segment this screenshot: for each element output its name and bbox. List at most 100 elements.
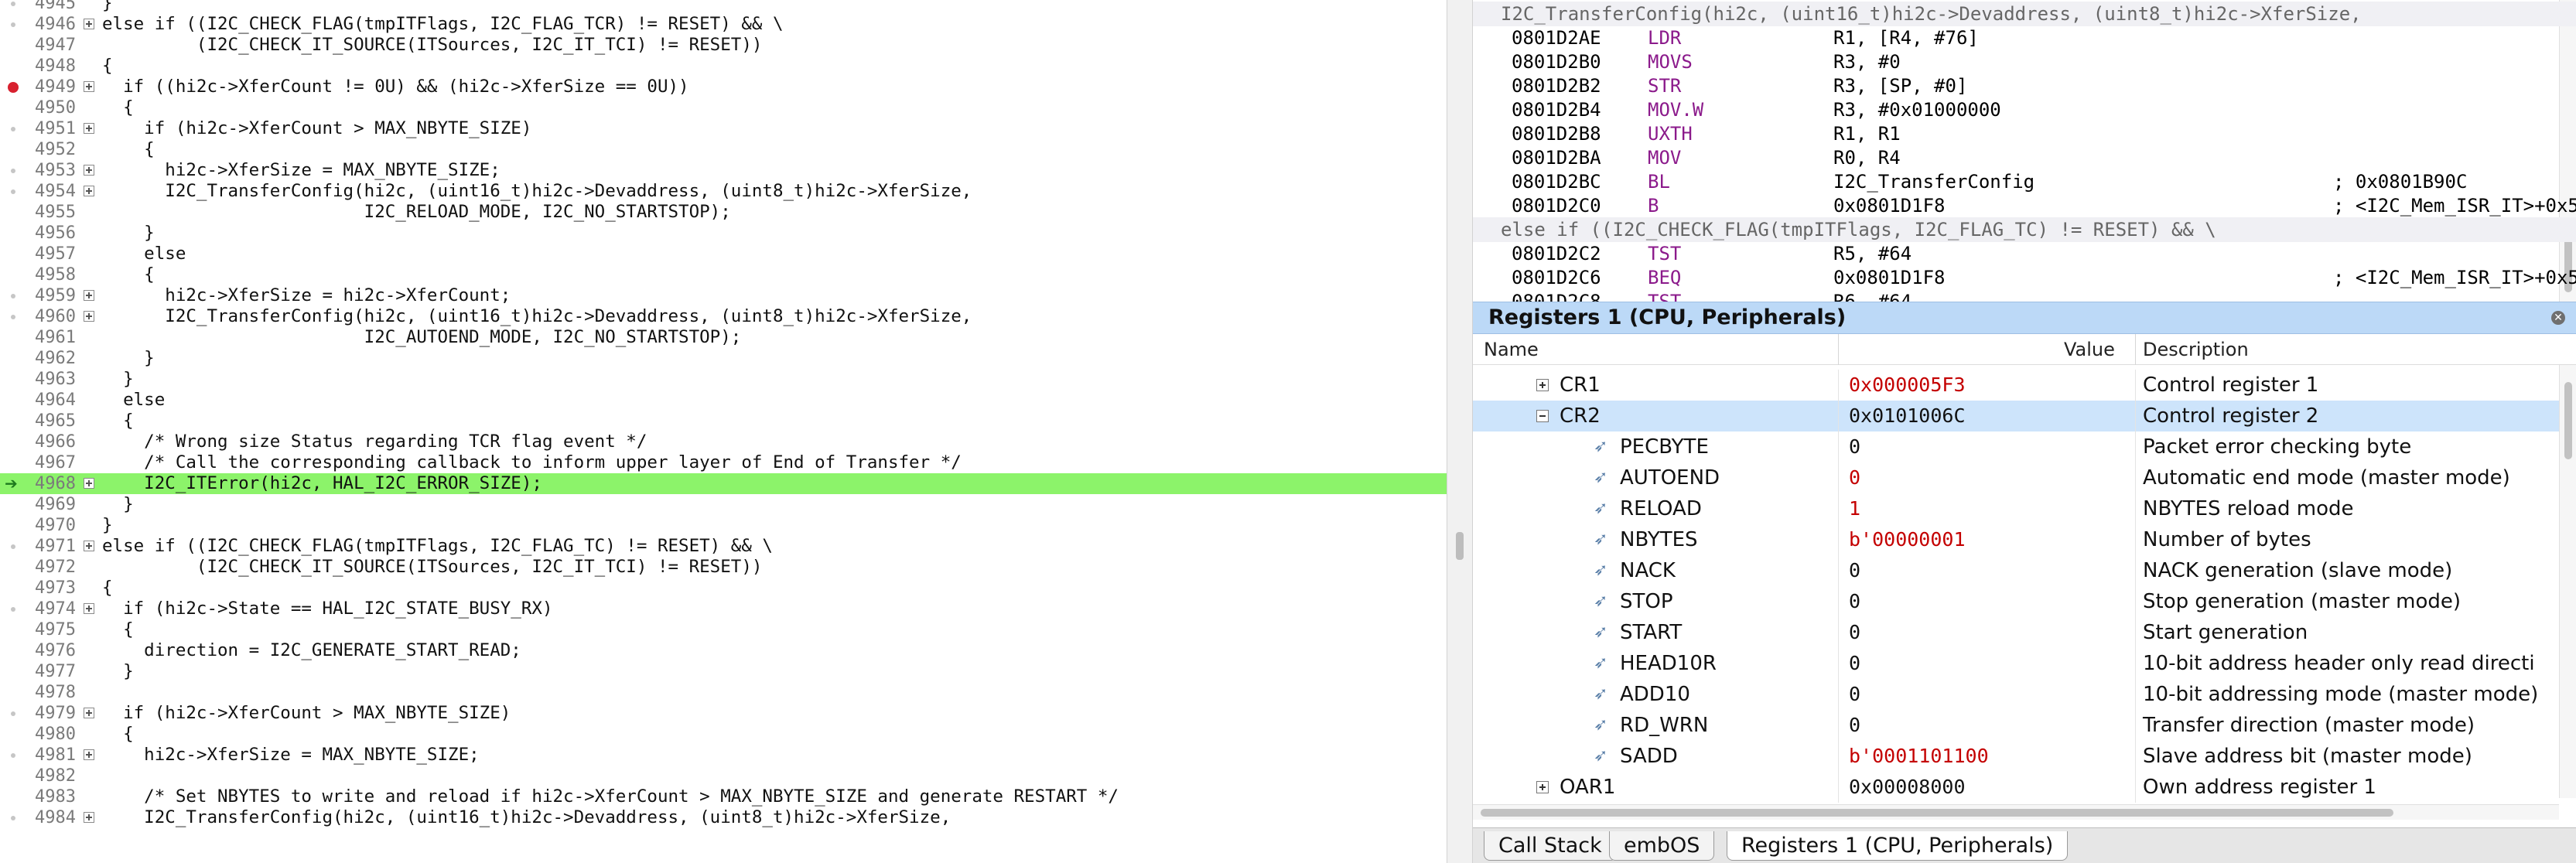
code-line[interactable]: 4981 hi2c->XferSize = MAX_NBYTE_SIZE; [0, 745, 1447, 766]
code-line[interactable]: 4973 { [0, 578, 1447, 599]
disassembly-row[interactable]: 0801D2C2 TST R5, #64 [1473, 241, 2576, 266]
registers-vscroll-thumb[interactable] [2564, 382, 2572, 459]
code-line[interactable]: 4966 /* Wrong size Status regarding TCR … [0, 432, 1447, 452]
breakpoint-slot-icon[interactable] [11, 294, 15, 298]
code-line[interactable]: 4978 [0, 682, 1447, 703]
code-line[interactable]: 4958 { [0, 264, 1447, 285]
expand-icon[interactable] [84, 290, 94, 301]
code-line[interactable]: 4945} [0, 0, 1447, 14]
panel-splitter[interactable] [1447, 0, 1473, 863]
registers-horizontal-scrollbar[interactable] [1473, 804, 2559, 820]
breakpoint-slot-icon[interactable] [11, 127, 15, 131]
breakpoint-slot-icon[interactable] [11, 607, 15, 612]
register-value[interactable]: 0 [1849, 617, 1860, 648]
register-field-row[interactable]: ➶ NACK 0 NACK generation (slave mode) [1473, 555, 2559, 586]
breakpoint-slot-icon[interactable] [11, 544, 15, 549]
disassembly-source-line[interactable]: else if ((I2C_CHECK_FLAG(tmpITFlags, I2C… [1473, 217, 2576, 242]
expand-icon[interactable] [84, 603, 94, 614]
code-line[interactable]: 4961 I2C_AUTOEND_MODE, I2C_NO_STARTSTOP)… [0, 327, 1447, 348]
disassembly-row[interactable]: 0801D2B2 STR R3, [SP, #0] [1473, 73, 2576, 98]
registers-vertical-scrollbar[interactable] [2559, 365, 2576, 798]
disassembly-view[interactable]: I2C_TransferConfig(hi2c, (uint16_t)hi2c-… [1473, 0, 2576, 302]
expand-icon[interactable] [84, 708, 94, 718]
code-line[interactable]: 4969 } [0, 494, 1447, 515]
register-field-row[interactable]: ➶ NBYTES b'00000001 Number of bytes [1473, 524, 2559, 555]
expand-icon[interactable] [84, 123, 94, 134]
code-line[interactable]: 4964 else [0, 390, 1447, 411]
close-icon[interactable]: ✕ [2551, 311, 2565, 325]
code-line[interactable]: 4983 /* Set NBYTES to write and reload i… [0, 786, 1447, 807]
register-value[interactable]: 0x0101006C [1849, 401, 1966, 432]
register-value[interactable]: b'00000001 [1849, 524, 1966, 555]
expand-icon[interactable] [84, 186, 94, 196]
code-line[interactable]: 4977 } [0, 661, 1447, 682]
code-line[interactable]: 4951 if (hi2c->XferCount > MAX_NBYTE_SIZ… [0, 118, 1447, 139]
code-line[interactable]: 4984 I2C_TransferConfig(hi2c, (uint16_t)… [0, 807, 1447, 828]
breakpoint-slot-icon[interactable] [11, 22, 15, 27]
code-line[interactable]: 4948 { [0, 56, 1447, 77]
register-row[interactable]: CR2 0x0101006C Control register 2 [1473, 401, 2559, 432]
collapse-icon[interactable] [1536, 410, 1549, 422]
code-line[interactable]: 4980 { [0, 724, 1447, 745]
register-value[interactable]: 1 [1849, 493, 1860, 524]
code-line[interactable]: 4954 I2C_TransferConfig(hi2c, (uint16_t)… [0, 181, 1447, 202]
expand-icon[interactable] [1536, 379, 1549, 391]
tab-registers-1-cpu-peripherals[interactable]: Registers 1 (CPU, Peripherals) [1727, 831, 2069, 861]
column-header-value[interactable]: Value [2064, 334, 2115, 365]
register-value[interactable]: 0 [1849, 710, 1860, 741]
code-line[interactable]: 4956 } [0, 223, 1447, 244]
source-editor[interactable]: 4945} 4946 else if ((I2C_CHECK_FLAG(tmpITF… [0, 0, 1447, 863]
code-line[interactable]: 4952 { [0, 139, 1447, 160]
breakpoint-slot-icon[interactable] [11, 315, 15, 319]
register-field-row[interactable]: ➶ STOP 0 Stop generation (master mode) [1473, 586, 2559, 617]
expand-icon[interactable] [84, 165, 94, 176]
code-line[interactable]: 4970} [0, 515, 1447, 536]
register-value[interactable]: 0x00008000 [1849, 772, 1966, 803]
tab-call-stack[interactable]: Call Stack [1484, 831, 1617, 861]
column-divider[interactable] [1838, 334, 1839, 365]
disassembly-row[interactable]: 0801D2C6 BEQ 0x0801D1F8 ; <I2C_Mem_ISR_IT>+… [1473, 265, 2576, 290]
expand-icon[interactable] [84, 478, 94, 489]
code-line[interactable]: 4959 hi2c->XferSize = hi2c->XferCount; [0, 285, 1447, 306]
register-field-row[interactable]: ➶ RELOAD 1 NBYTES reload mode [1473, 493, 2559, 524]
column-divider[interactable] [2135, 334, 2136, 365]
register-value[interactable]: 0x000005F3 [1849, 370, 1966, 401]
register-row[interactable]: OAR1 0x00008000 Own address register 1 [1473, 772, 2559, 803]
expand-icon[interactable] [84, 749, 94, 760]
disassembly-row[interactable]: 0801D2B0 MOVS R3, #0 [1473, 49, 2576, 74]
code-line[interactable]: 4967 /* Call the corresponding callback … [0, 452, 1447, 473]
register-value[interactable]: 0 [1849, 462, 1860, 493]
code-line[interactable]: 4976 direction = I2C_GENERATE_START_READ… [0, 640, 1447, 661]
code-line[interactable]: 4960 I2C_TransferConfig(hi2c, (uint16_t)… [0, 306, 1447, 327]
expand-icon[interactable] [84, 19, 94, 29]
code-line[interactable]: 4972 (I2C_CHECK_IT_SOURCE(ITSources, I2C… [0, 557, 1447, 578]
breakpoint-slot-icon[interactable] [11, 816, 15, 820]
register-row[interactable]: CR1 0x000005F3 Control register 1 [1473, 370, 2559, 401]
breakpoint-slot-icon[interactable] [11, 169, 15, 173]
registers-hscroll-thumb[interactable] [1481, 809, 2393, 817]
expand-icon[interactable] [84, 541, 94, 551]
disassembly-source-line[interactable]: I2C_TransferConfig(hi2c, (uint16_t)hi2c-… [1473, 2, 2576, 26]
register-field-row[interactable]: ➶ PECBYTE 0 Packet error checking byte [1473, 432, 2559, 462]
register-field-row[interactable]: ➶ START 0 Start generation [1473, 617, 2559, 648]
breakpoint-icon[interactable] [8, 82, 19, 93]
code-line[interactable]: 4974 if (hi2c->State == HAL_I2C_STATE_BU… [0, 599, 1447, 619]
register-value[interactable]: 0 [1849, 432, 1860, 462]
register-value[interactable]: 0 [1849, 586, 1860, 617]
code-line[interactable]: 4946 else if ((I2C_CHECK_FLAG(tmpITFlags,… [0, 14, 1447, 35]
expand-icon[interactable] [84, 81, 94, 92]
breakpoint-slot-icon[interactable] [11, 711, 15, 716]
current-line[interactable]: ➔ 4968 I2C_ITError(hi2c, HAL_I2C_ERROR_SI… [0, 473, 1447, 494]
code-line[interactable]: 4949 if ((hi2c->XferCount != 0U) && (hi2… [0, 77, 1447, 97]
tab-embos[interactable]: embOS [1609, 831, 1715, 861]
register-field-row[interactable]: ➶ AUTOEND 0 Automatic end mode (master mode… [1473, 462, 2559, 493]
disassembly-row[interactable]: 0801D2B8 UXTH R1, R1 [1473, 121, 2576, 146]
register-value[interactable]: 0 [1849, 648, 1860, 679]
column-header-name[interactable]: Name [1484, 334, 1539, 365]
register-field-row[interactable]: ➶ HEAD10R 0 10-bit address header only read… [1473, 648, 2559, 679]
splitter-grip[interactable] [1456, 532, 1464, 560]
code-line[interactable]: 4979 if (hi2c->XferCount > MAX_NBYTE_SIZ… [0, 703, 1447, 724]
code-line[interactable]: 4963 } [0, 369, 1447, 390]
disassembly-row[interactable]: 0801D2BC BL I2C_TransferConfig ; 0x0801B90C [1473, 169, 2576, 194]
code-line[interactable]: 4962 } [0, 348, 1447, 369]
